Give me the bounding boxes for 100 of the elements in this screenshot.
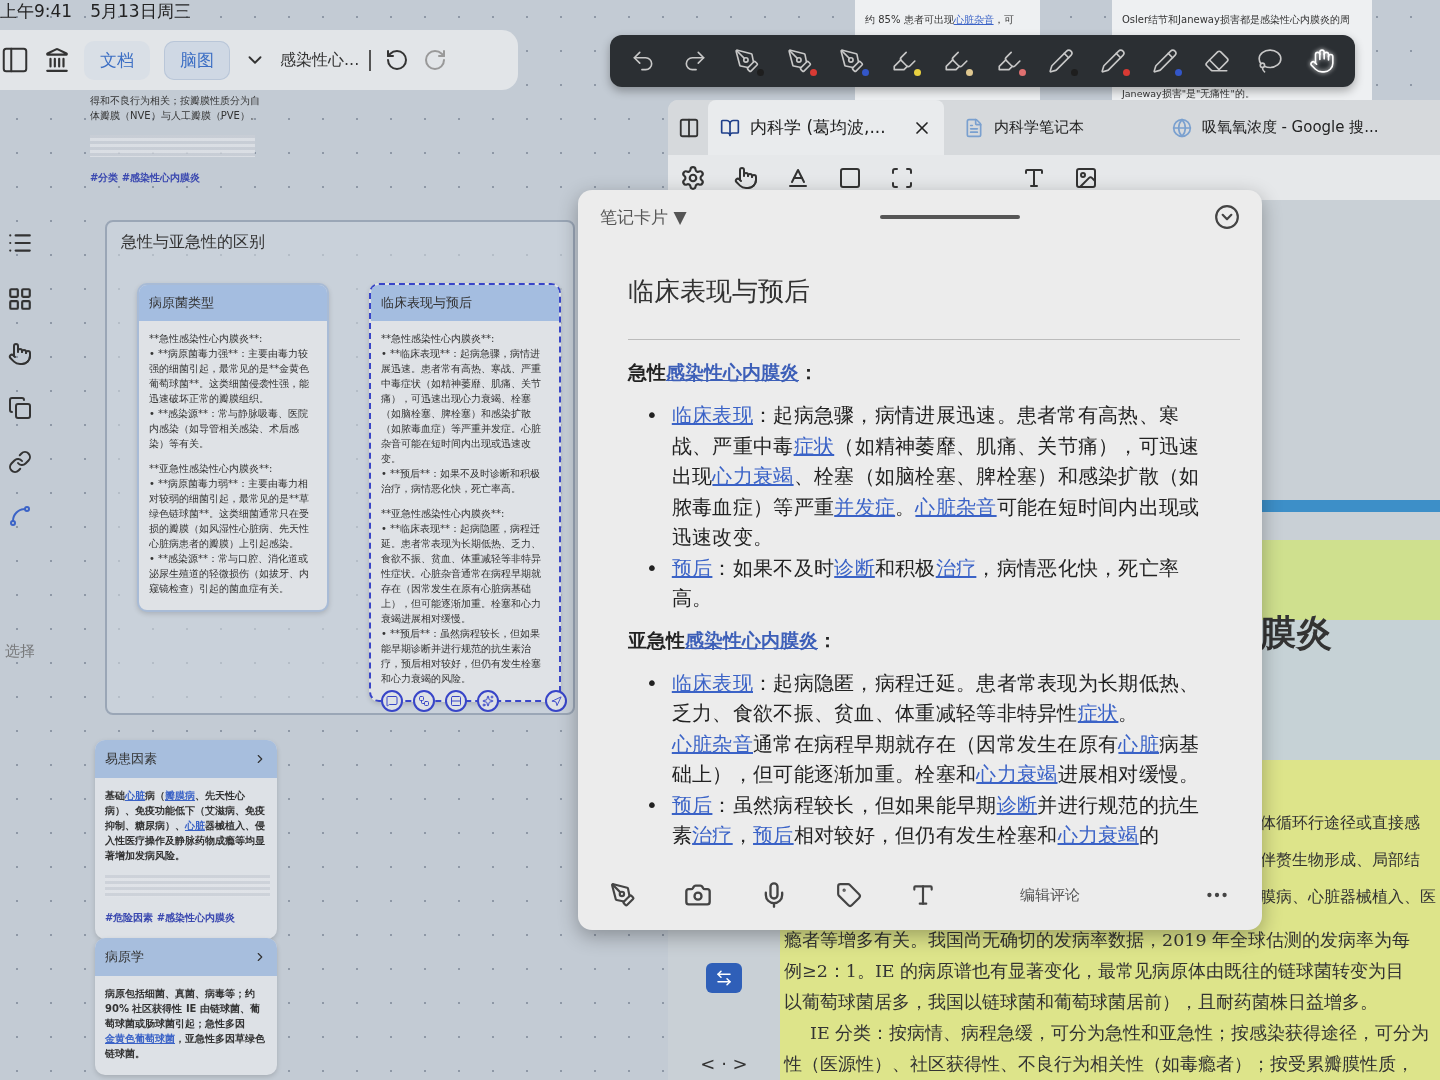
card-text: • **预后**：虽然病程较长，但如果能早期诊断并进行规范的抗生素治疗，预后相对较好，但仍有发生栓塞和心力衰竭的风险。 (381, 627, 542, 686)
branch-icon[interactable] (413, 690, 435, 712)
mindmap-card[interactable] (369, 283, 561, 702)
page-text: 膜病、心脏器械植入、医 (1260, 887, 1437, 908)
swap-icon (715, 969, 733, 987)
term-link[interactable]: 感染性心内膜炎 (666, 361, 799, 383)
page-text: 体循环行途径或直接感 (1260, 813, 1421, 834)
term-link[interactable]: 临床表现 (671, 403, 753, 427)
page-nav[interactable]: < · > (700, 1053, 748, 1074)
tag-icon[interactable] (836, 882, 862, 908)
card-text: 病原包括细菌、真菌、病毒等；约 90% 社区获得性 IE 由链球菌、葡萄球菌或肠球菌引起；急性多因 金黄色葡萄球菌，亚急性多因草绿色链球菌。 (105, 987, 266, 1061)
tag-list[interactable]: #分类 #感染性心内膜炎 (90, 171, 260, 185)
document-title: 感染性心... (280, 49, 372, 71)
note-paragraph: 临床表现：起病隐匿，病程迁延。患者常表现为长期低热、乏力、食欲不振、贫血、体重减轻等非特异性症状。 心脏杂音通常在病程早期就存在（因常发生在原有心脏病基础上），但可能逐渐加重。栓塞和心力衰竭进展相对缓慢。 (671, 669, 1201, 788)
term-link[interactable]: 心力衰竭 (976, 762, 1058, 786)
term-link[interactable]: 症状 (1077, 701, 1119, 725)
term-link[interactable]: 心脏 (125, 790, 145, 801)
card-text: **急性感染性心内膜炎**: (149, 332, 264, 346)
bullet: • (646, 554, 658, 582)
page-text: 以葡萄球菌居多，我国以链球菌和葡萄球菌居前），且耐药菌株日益增多。 (784, 991, 1379, 1014)
view-tab[interactable]: 脑图 (164, 40, 230, 80)
page-text: 例≥2：1。IE 的病原谱也有显著变化，最常见病原体由既往的链球菌转变为目 (784, 960, 1406, 983)
comment-icon[interactable] (381, 690, 403, 712)
document-tab[interactable]: 内科学笔记本 (951, 100, 1152, 155)
status-date: 5月13日周三 (90, 1, 191, 21)
document-icon (720, 117, 740, 138)
card-text: • **临床表现**：起病急骤，病情进展迅速。患者常有高热、寒战、严重中毒症状（如精神萎靡、肌痛、关节痛），可迅速出现心力衰竭、栓塞（如脑栓塞、脾栓塞）和感染扩散（如脓毒血症）等严重并发症。心脏杂音可能在短时间内出现或迅速改变。 (381, 347, 542, 466)
pointer-icon[interactable] (8, 342, 32, 366)
group-title: 急性与亚急性的区别 (121, 232, 266, 253)
mindmap-card[interactable] (137, 283, 329, 612)
page-text: IE 分类：按病情、病程急缓，可分为急性和亚急性；按感染获得途径，可分为 (809, 1022, 1431, 1045)
bullet: • (646, 669, 658, 697)
term-link[interactable]: 心脏杂音 (915, 494, 997, 519)
term-link[interactable]: 心力衰竭 (712, 464, 794, 488)
rows-icon[interactable] (445, 690, 467, 712)
card-text: • **感染源**：常与口腔、消化道或泌尿生殖道的轻微损伤（如拔牙、内窥镜检查）引起的菌血症有关。 (149, 552, 310, 596)
term-link[interactable]: 治疗 (692, 823, 733, 847)
page-heading: 膜炎 (1260, 610, 1333, 655)
card-title: 病原学 (105, 948, 144, 966)
library-icon[interactable] (44, 47, 70, 73)
curve-icon[interactable] (8, 504, 32, 528)
note-title: 临床表现与预后 (628, 274, 1240, 340)
split-view-icon[interactable] (678, 116, 700, 139)
card-text: • **预后**：如果不及时诊断和积极治疗，病情恶化快，死亡率高。 (381, 467, 542, 496)
card-title: 病原菌类型 (139, 285, 327, 321)
card-text: • **临床表现**：起病隐匿，病程迁延。患者常表现为长期低热、乏力、食欲不振、贫血、体重减轻等非特异性症状。心脏杂音通常在病程早期就存在（因常发生在原有心脏病基础上），但可能逐渐加重。栓塞和心力衰竭进展相对缓慢。 (381, 522, 542, 626)
status-time: 上午9:41 (0, 1, 73, 21)
undo-icon[interactable] (385, 48, 410, 72)
page-text: 约 85% 患者可出现心脏杂音，可 (865, 13, 1015, 27)
term-link[interactable]: 诊断 (996, 792, 1038, 817)
term-link[interactable]: 金黄色葡萄球菌 (105, 1033, 175, 1044)
node-text: 得和不良行为相关；按瓣膜性质分为自体瓣膜（NVE）与人工瓣膜（PVE）。 (90, 94, 260, 123)
pointer-icon[interactable] (734, 165, 758, 190)
term-link[interactable]: 并发症 (834, 494, 896, 519)
settings-icon[interactable] (680, 164, 706, 191)
scan-icon[interactable] (890, 165, 914, 190)
term-link[interactable]: 感染性心内膜炎 (685, 628, 818, 651)
sidebar-icon[interactable] (0, 45, 30, 75)
view-tab[interactable]: 文档 (84, 40, 150, 80)
term-link[interactable]: 心脏杂音 (953, 14, 994, 25)
copy-icon[interactable] (8, 396, 32, 420)
edit-comment-button[interactable]: 编辑评论 (1014, 884, 1156, 906)
term-link[interactable]: 心脏杂音 (671, 731, 753, 756)
select-label[interactable]: 选择 (5, 642, 35, 661)
note-paragraph: 预后：虽然病程较长，但如果能早期诊断并进行规范的抗生素治疗，预后相对较好，但仍有发生栓塞和心力衰竭的 (671, 791, 1201, 849)
term-link[interactable]: 预后 (671, 555, 713, 580)
term-link[interactable]: 心力衰竭 (1057, 823, 1139, 847)
term-link[interactable]: 预后 (753, 823, 794, 847)
sparkle-icon[interactable] (477, 690, 499, 712)
drag-handle[interactable] (880, 215, 1021, 219)
select-area-icon[interactable] (838, 165, 862, 190)
bullet: • (646, 791, 658, 819)
note-paragraph: 临床表现：起病急骤，病情进展迅速。患者常有高热、寒战、严重中毒症状（如精神萎靡、肌痛、关节痛），可迅速出现心力衰竭、栓塞（如脑栓塞、脾栓塞）和感染扩散（如脓毒血症）等严重并发症。心脏杂音可能在短时间内出现或迅速改变。 (671, 402, 1201, 551)
term-link[interactable]: 诊断 (834, 555, 875, 580)
document-tab[interactable]: 内科学 (葛均波,... (708, 100, 944, 155)
term-link[interactable]: 临床表现 (671, 670, 753, 695)
document-tab[interactable]: 吸氧氧浓度 - Google 搜... (1159, 100, 1391, 155)
swap-button[interactable] (706, 963, 742, 993)
text-format-icon[interactable] (910, 882, 936, 908)
term-link[interactable]: 心脏 (185, 820, 205, 831)
term-link[interactable]: 预后 (671, 792, 713, 817)
card-text: • **病原菌毒力强**：主要由毒力较强的细菌引起，最常见的是**金黄色葡萄球菌**。这类细菌侵袭性强，能迅速破坏正常的瓣膜组织。 (149, 347, 310, 406)
layout-icon[interactable] (7, 286, 33, 312)
link-icon[interactable] (8, 450, 32, 474)
note-paragraph: 预后：如果不及时诊断和积极治疗，病情恶化快，死亡率高。 (671, 554, 1181, 612)
bullet: • (646, 402, 658, 429)
term-link[interactable]: 治疗 (935, 555, 977, 580)
card-text: • **病原菌毒力弱**：主要由毒力相对较弱的细菌引起，最常见的是**草绿色链球菌**。这类细菌通常只在受损的瓣膜（如风湿性心脏病、先天性心脏病患者的瓣膜）上引起感染。 (149, 477, 310, 551)
section-heading: 亚急性感染性心内膜炎： (628, 627, 838, 653)
section-heading: 急性感染性心内膜炎： (628, 360, 819, 385)
document-icon (1171, 117, 1192, 138)
card-title: 易患因素 (105, 750, 157, 768)
tag-list[interactable]: #危险因素 #感染性心内膜炎 (105, 911, 267, 925)
collapse-icon[interactable] (1214, 204, 1240, 230)
term-link[interactable]: 瓣膜病 (165, 790, 195, 801)
note-type-dropdown[interactable]: 笔记卡片 ▼ (600, 205, 687, 229)
card-title: 临床表现与预后 (371, 285, 559, 321)
term-link[interactable]: 心脏 (1118, 731, 1159, 756)
page-text: Osler结节和Janeway损害都是感染性心内膜炎的周 (1122, 13, 1351, 27)
image-icon[interactable] (1074, 165, 1098, 190)
